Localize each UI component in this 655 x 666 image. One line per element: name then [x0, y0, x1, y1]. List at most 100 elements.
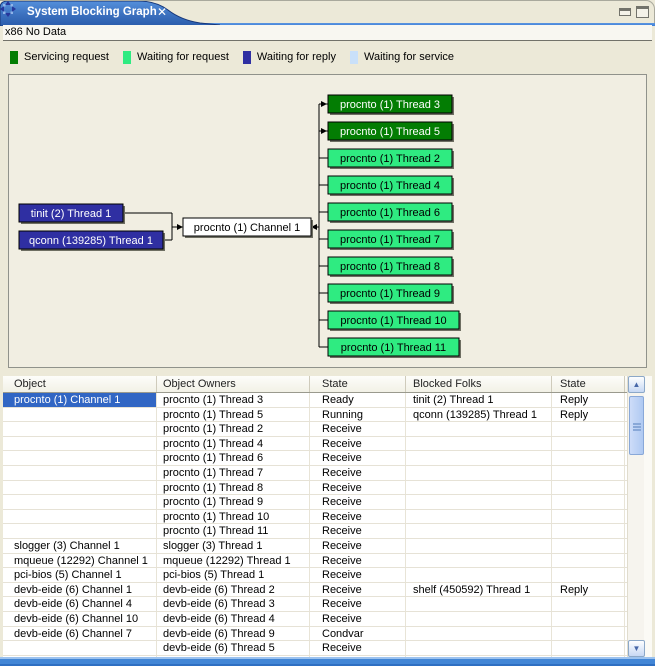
table-cell[interactable]: Receive — [310, 612, 406, 626]
table-cell[interactable]: devb-eide (6) Thread 2 — [157, 583, 310, 597]
table-cell[interactable] — [3, 641, 157, 655]
table-row[interactable]: devb-eide (6) Channel 10devb-eide (6) Th… — [3, 612, 627, 627]
table-cell[interactable]: Receive — [310, 554, 406, 568]
table-cell[interactable]: devb-eide (6) Thread 3 — [157, 597, 310, 611]
table-row[interactable]: procnto (1) Channel 1procnto (1) Thread … — [3, 393, 627, 408]
table-cell[interactable]: Receive — [310, 437, 406, 451]
table-cell[interactable] — [552, 437, 625, 451]
table-cell[interactable] — [3, 408, 157, 422]
table-cell[interactable] — [406, 627, 552, 641]
table-cell[interactable]: devb-eide (6) Thread 4 — [157, 612, 310, 626]
minimize-view-icon[interactable] — [619, 8, 631, 16]
table-cell[interactable]: procnto (1) Thread 7 — [157, 466, 310, 480]
table-cell[interactable] — [3, 495, 157, 509]
table-row[interactable]: devb-eide (6) Channel 4devb-eide (6) Thr… — [3, 597, 627, 612]
table-cell[interactable] — [406, 422, 552, 436]
table-cell[interactable]: slogger (3) Channel 1 — [3, 539, 157, 553]
table-cell[interactable]: tinit (2) Thread 1 — [406, 393, 552, 407]
table-cell[interactable]: mqueue (12292) Thread 1 — [157, 554, 310, 568]
table-cell[interactable] — [3, 481, 157, 495]
table-cell[interactable]: devb-eide (6) Thread 9 — [157, 627, 310, 641]
tab-close-icon[interactable]: ✕ — [157, 5, 167, 19]
table-row[interactable]: procnto (1) Thread 7Receive — [3, 466, 627, 481]
table-cell[interactable]: procnto (1) Thread 6 — [157, 451, 310, 465]
table-row[interactable]: procnto (1) Thread 4Receive — [3, 437, 627, 452]
table-cell[interactable] — [406, 466, 552, 480]
table-cell[interactable]: procnto (1) Channel 1 — [3, 393, 157, 407]
table-cell[interactable] — [3, 437, 157, 451]
scrollbar-thumb[interactable] — [629, 396, 644, 455]
table-cell[interactable]: Running — [310, 408, 406, 422]
table-row[interactable]: mqueue (12292) Channel 1mqueue (12292) T… — [3, 554, 627, 569]
table-cell[interactable] — [552, 481, 625, 495]
table-cell[interactable] — [3, 524, 157, 538]
column-header-state-2[interactable]: State — [552, 376, 625, 392]
table-cell[interactable]: devb-eide (6) Channel 1 — [3, 583, 157, 597]
column-header-object[interactable]: Object — [3, 376, 157, 392]
table-row[interactable]: slogger (3) Channel 1slogger (3) Thread … — [3, 539, 627, 554]
table-cell[interactable]: devb-eide (6) Channel 4 — [3, 597, 157, 611]
table-cell[interactable]: Receive — [310, 641, 406, 655]
table-cell[interactable]: procnto (1) Thread 4 — [157, 437, 310, 451]
table-cell[interactable] — [552, 627, 625, 641]
table-row[interactable]: devb-eide (6) Channel 1devb-eide (6) Thr… — [3, 583, 627, 598]
table-row[interactable]: pci-bios (5) Channel 1pci-bios (5) Threa… — [3, 568, 627, 583]
table-cell[interactable]: Receive — [310, 466, 406, 480]
table-cell[interactable] — [406, 597, 552, 611]
table-cell[interactable]: devb-eide (6) Thread 5 — [157, 641, 310, 655]
table-row[interactable]: procnto (1) Thread 5Runningqconn (139285… — [3, 408, 627, 423]
table-row[interactable]: procnto (1) Thread 9Receive — [3, 495, 627, 510]
table-cell[interactable] — [3, 422, 157, 436]
table-cell[interactable] — [406, 524, 552, 538]
table-cell[interactable] — [552, 597, 625, 611]
table-cell[interactable]: shelf (450592) Thread 1 — [406, 583, 552, 597]
table-cell[interactable]: qconn (139285) Thread 1 — [406, 408, 552, 422]
table-cell[interactable] — [406, 612, 552, 626]
table-cell[interactable]: procnto (1) Thread 9 — [157, 495, 310, 509]
table-cell[interactable]: Ready — [310, 393, 406, 407]
table-cell[interactable] — [552, 495, 625, 509]
table-cell[interactable] — [406, 568, 552, 582]
table-cell[interactable]: procnto (1) Thread 2 — [157, 422, 310, 436]
table-cell[interactable]: pci-bios (5) Channel 1 — [3, 568, 157, 582]
table-cell[interactable] — [552, 451, 625, 465]
table-cell[interactable] — [406, 539, 552, 553]
table-cell[interactable]: Receive — [310, 524, 406, 538]
table-cell[interactable] — [406, 641, 552, 655]
column-header-blocked-folks[interactable]: Blocked Folks — [406, 376, 552, 392]
table-cell[interactable] — [552, 539, 625, 553]
table-cell[interactable]: Reply — [552, 583, 625, 597]
table-cell[interactable] — [552, 568, 625, 582]
table-cell[interactable]: Receive — [310, 481, 406, 495]
table-cell[interactable] — [552, 510, 625, 524]
table-cell[interactable]: Condvar — [310, 627, 406, 641]
table-row[interactable]: procnto (1) Thread 2Receive — [3, 422, 627, 437]
table-row[interactable]: devb-eide (6) Thread 5Receive — [3, 641, 627, 656]
table-row[interactable]: procnto (1) Thread 8Receive — [3, 481, 627, 496]
table-cell[interactable] — [406, 437, 552, 451]
table-cell[interactable]: Receive — [310, 539, 406, 553]
table-cell[interactable] — [406, 495, 552, 509]
table-cell[interactable]: procnto (1) Thread 11 — [157, 524, 310, 538]
table-cell[interactable]: devb-eide (6) Channel 10 — [3, 612, 157, 626]
table-cell[interactable]: procnto (1) Thread 5 — [157, 408, 310, 422]
column-header-state[interactable]: State — [310, 376, 406, 392]
table-cell[interactable]: Receive — [310, 597, 406, 611]
table-vertical-scrollbar[interactable]: ▲ ▼ — [627, 376, 644, 657]
scroll-down-icon[interactable]: ▼ — [628, 640, 645, 657]
scroll-up-icon[interactable]: ▲ — [628, 376, 645, 393]
column-header-object-owners[interactable]: Object Owners — [157, 376, 310, 392]
table-cell[interactable]: Receive — [310, 583, 406, 597]
table-cell[interactable]: Receive — [310, 451, 406, 465]
table-cell[interactable]: procnto (1) Thread 8 — [157, 481, 310, 495]
table-row[interactable]: procnto (1) Thread 11Receive — [3, 524, 627, 539]
table-cell[interactable]: Receive — [310, 495, 406, 509]
table-cell[interactable] — [552, 641, 625, 655]
table-cell[interactable]: mqueue (12292) Channel 1 — [3, 554, 157, 568]
table-cell[interactable]: pci-bios (5) Thread 1 — [157, 568, 310, 582]
table-cell[interactable] — [406, 481, 552, 495]
tab-system-blocking-graph[interactable]: System Blocking Graph ✕ — [0, 1, 220, 26]
table-cell[interactable]: Reply — [552, 408, 625, 422]
table-cell[interactable] — [406, 554, 552, 568]
table-cell[interactable] — [552, 554, 625, 568]
